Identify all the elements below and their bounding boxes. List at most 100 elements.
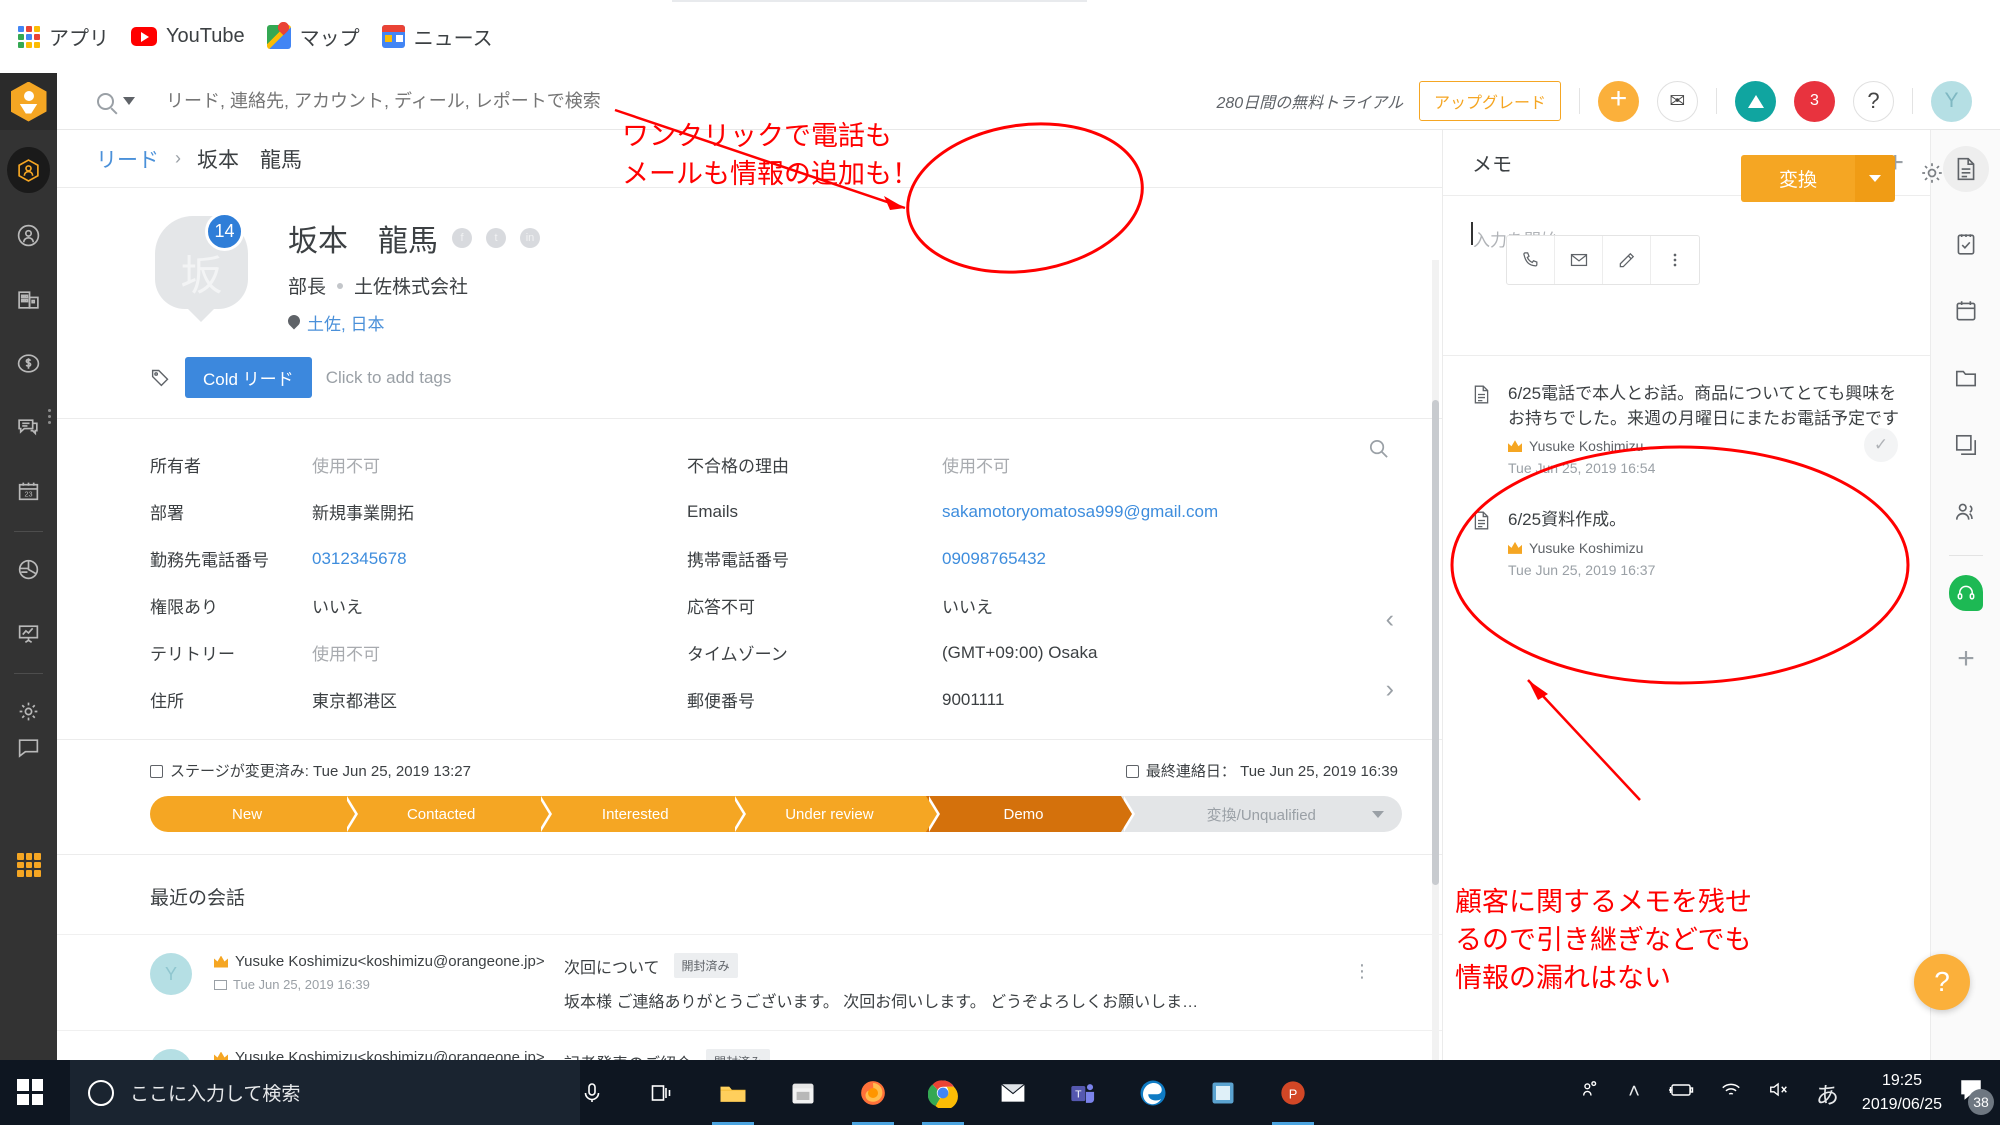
field-value-mobile[interactable]: 09098765432 xyxy=(942,549,1317,569)
lead-name: 坂本 龍馬 xyxy=(288,216,438,260)
sidebar-item-analytics[interactable] xyxy=(0,609,57,657)
taskbar-teams[interactable]: T xyxy=(1056,1069,1110,1116)
facebook-icon[interactable]: f xyxy=(452,228,472,248)
convert-button-group[interactable]: 変換 xyxy=(1741,155,1895,202)
ime-mode-indicator[interactable]: あ xyxy=(1816,1076,1839,1110)
twitter-icon[interactable]: t xyxy=(486,228,506,248)
taskbar-search[interactable]: ここに入力して検索 xyxy=(70,1060,580,1125)
help-fab-button[interactable]: ? xyxy=(1914,954,1970,1010)
stage-step-under-review[interactable]: Under review xyxy=(732,796,926,832)
list-item[interactable]: 6/25資料作成。 Yusuke Koshimizu Tue Jun 25, 2… xyxy=(1443,508,1930,610)
stage-step-new[interactable]: New xyxy=(150,796,344,832)
rail-item-contacts[interactable] xyxy=(1949,495,1983,529)
sidebar-item-leads[interactable] xyxy=(0,146,57,194)
edit-button[interactable] xyxy=(1603,236,1651,284)
field-search-icon[interactable] xyxy=(1367,437,1390,460)
rail-divider xyxy=(14,531,43,532)
system-tray: ˄ あ 19:25 2019/06/25 38 xyxy=(1567,1060,2000,1125)
sidebar-item-chat[interactable] xyxy=(0,723,57,771)
field-value: 使用不可 xyxy=(312,640,687,665)
battery-icon[interactable] xyxy=(1666,1081,1694,1104)
add-tags-label[interactable]: Click to add tags xyxy=(326,368,452,388)
wifi-icon[interactable] xyxy=(1720,1080,1742,1105)
field-value-phone[interactable]: 0312345678 xyxy=(312,549,687,569)
upgrade-button[interactable]: アップグレード xyxy=(1419,81,1561,121)
youtube-icon xyxy=(131,27,157,46)
location-pin-icon xyxy=(288,315,300,331)
rail-item-appointments[interactable] xyxy=(1949,294,1983,328)
notification-badge[interactable]: 3 xyxy=(1794,81,1835,122)
crown-icon xyxy=(214,956,228,968)
sidebar-item-calendar[interactable]: 23 xyxy=(0,467,57,515)
bookmark-maps[interactable]: マップ xyxy=(267,22,360,51)
email-button[interactable] xyxy=(1555,236,1603,284)
bookmark-apps[interactable]: アプリ xyxy=(18,22,109,51)
sidebar-item-accounts[interactable] xyxy=(0,275,57,323)
taskbar-edge[interactable] xyxy=(1126,1069,1180,1116)
chevron-down-icon[interactable] xyxy=(123,97,135,105)
taskbar-chrome[interactable] xyxy=(916,1069,970,1116)
rail-more-dots[interactable] xyxy=(48,406,56,428)
cortana-circle-icon xyxy=(88,1080,114,1106)
taskbar-firefox[interactable] xyxy=(846,1069,900,1116)
stage-step-demo[interactable]: Demo xyxy=(926,796,1120,832)
lead-fields-grid: 所有者 使用不可 不合格の理由 使用不可 部署 新規事業開拓 Emails sa… xyxy=(57,419,1442,740)
taskbar-clock[interactable]: 19:25 2019/06/25 xyxy=(1862,1069,1942,1115)
freshcaller-icon[interactable] xyxy=(1735,81,1776,122)
stage-step-convert-unqualified[interactable]: 変換/Unqualified xyxy=(1121,796,1402,832)
taskbar-microphone[interactable] xyxy=(565,1069,619,1116)
conversation-row[interactable]: Y Yusuke Koshimizu<koshimizu@orangeone.j… xyxy=(57,1031,1442,1060)
taskbar-mail[interactable] xyxy=(986,1069,1040,1116)
main-scrollbar-thumb[interactable] xyxy=(1432,400,1439,885)
rail-add-button[interactable]: + xyxy=(1949,642,1983,676)
show-hidden-icons-chevron[interactable]: ˄ xyxy=(1628,1081,1640,1104)
app-logo[interactable] xyxy=(0,73,57,130)
bookmark-youtube[interactable]: YouTube xyxy=(131,25,245,48)
start-button[interactable] xyxy=(8,1070,52,1114)
lead-location[interactable]: 土佐, 日本 xyxy=(288,310,540,335)
tag-chip[interactable]: Cold リード xyxy=(185,357,312,398)
breadcrumb-parent[interactable]: リード xyxy=(96,144,159,174)
help-icon[interactable]: ? xyxy=(1853,81,1894,122)
mail-icon[interactable]: ✉ xyxy=(1657,81,1698,122)
bookmark-news[interactable]: ニュース xyxy=(382,22,493,51)
add-new-button[interactable]: + xyxy=(1598,81,1639,122)
linkedin-icon[interactable]: in xyxy=(520,228,540,248)
more-options-button[interactable] xyxy=(1651,236,1699,284)
sidebar-item-apps[interactable] xyxy=(17,853,41,877)
field-label: 携帯電話番号 xyxy=(687,546,942,571)
volume-muted-icon[interactable] xyxy=(1768,1080,1790,1105)
taskbar-file-explorer[interactable] xyxy=(706,1069,760,1116)
rail-item-documents[interactable] xyxy=(1949,428,1983,462)
people-icon[interactable] xyxy=(1580,1079,1602,1107)
more-options-icon[interactable]: ⋮ xyxy=(1353,961,1372,982)
sidebar-item-contacts[interactable] xyxy=(0,211,57,259)
call-button[interactable] xyxy=(1507,236,1555,284)
fields-prev-button[interactable]: ‹ xyxy=(1386,605,1394,634)
conversation-row[interactable]: Y Yusuke Koshimizu<koshimizu@orangeone.j… xyxy=(57,935,1442,1031)
action-center-button[interactable]: 38 xyxy=(1958,1078,1984,1107)
user-avatar[interactable]: Y xyxy=(1931,81,1972,122)
support-button[interactable] xyxy=(1949,575,1983,611)
rail-item-tasks[interactable] xyxy=(1949,227,1983,261)
search-input[interactable] xyxy=(166,91,686,112)
sidebar-item-deals[interactable] xyxy=(0,339,57,387)
stage-step-contacted[interactable]: Contacted xyxy=(344,796,538,832)
taskbar-powerpoint[interactable]: P xyxy=(1266,1069,1320,1116)
global-search[interactable] xyxy=(97,91,686,112)
rail-item-files[interactable] xyxy=(1949,361,1983,395)
sidebar-item-reports[interactable] xyxy=(0,545,57,593)
rail-item-notes[interactable] xyxy=(1949,152,1983,186)
fields-next-button[interactable]: › xyxy=(1386,675,1394,704)
convert-dropdown-button[interactable] xyxy=(1855,155,1895,202)
field-value-email[interactable]: sakamotoryomatosa999@gmail.com xyxy=(942,502,1317,522)
taskbar-excel[interactable] xyxy=(1196,1069,1250,1116)
taskbar-task-view[interactable] xyxy=(635,1069,689,1116)
taskbar-microsoft-store[interactable] xyxy=(776,1069,830,1116)
stage-step-interested[interactable]: Interested xyxy=(538,796,732,832)
settings-gear-icon[interactable] xyxy=(1919,160,1945,186)
note-submit-button[interactable]: ✓ xyxy=(1864,428,1898,462)
convert-button[interactable]: 変換 xyxy=(1741,155,1855,202)
field-value: 東京都港区 xyxy=(312,687,687,712)
list-item[interactable]: 6/25電話で本人とお話。商品についてとても興味をお持ちでした。来週の月曜日にま… xyxy=(1443,382,1930,508)
